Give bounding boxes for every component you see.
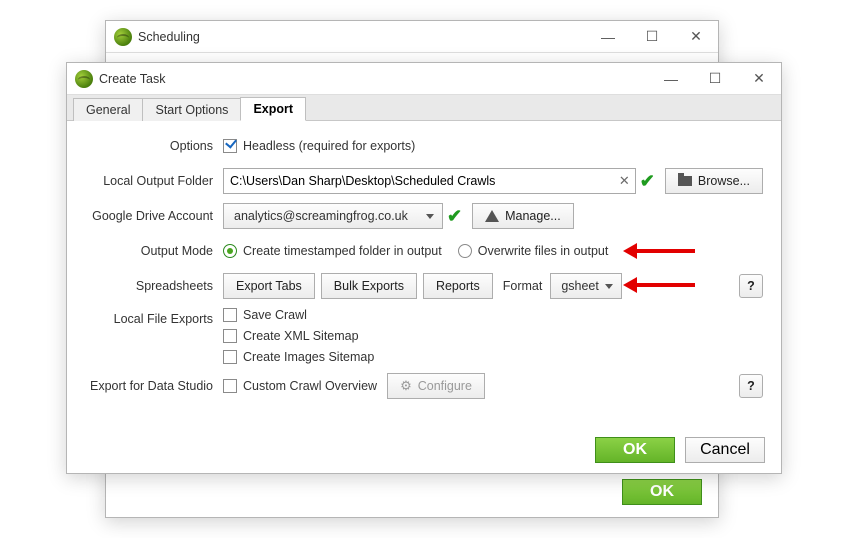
local-output-folder-input[interactable] bbox=[223, 168, 636, 194]
gear-icon: ⚙ bbox=[400, 378, 412, 394]
annotation-arrow bbox=[635, 283, 695, 287]
format-combo[interactable]: gsheet bbox=[550, 273, 622, 299]
output-mode-label: Output Mode bbox=[85, 244, 223, 258]
ok-button[interactable]: OK bbox=[622, 479, 702, 505]
close-button[interactable]: ✕ bbox=[737, 63, 781, 94]
ok-button[interactable]: OK bbox=[595, 437, 675, 463]
close-button[interactable]: ✕ bbox=[674, 21, 718, 52]
options-label: Options bbox=[85, 139, 223, 153]
google-account-combo[interactable]: analytics@screamingfrog.co.uk bbox=[223, 203, 443, 229]
export-panel: Options Headless (required for exports) … bbox=[67, 121, 781, 399]
maximize-button[interactable]: ☐ bbox=[630, 21, 674, 52]
tab-start-options[interactable]: Start Options bbox=[142, 98, 241, 121]
reports-button[interactable]: Reports bbox=[423, 273, 493, 299]
cancel-button[interactable]: Cancel bbox=[685, 437, 765, 463]
manage-button[interactable]: Manage... bbox=[472, 203, 574, 229]
annotation-arrow bbox=[635, 249, 695, 253]
help-button[interactable]: ? bbox=[739, 274, 763, 298]
tab-export[interactable]: Export bbox=[240, 97, 306, 121]
valid-check-icon: ✔ bbox=[636, 171, 659, 192]
create-images-sitemap-label: Create Images Sitemap bbox=[243, 350, 374, 364]
format-label: Format bbox=[503, 279, 543, 293]
create-images-sitemap-checkbox[interactable] bbox=[223, 350, 237, 364]
titlebar: Create Task — ☐ ✕ bbox=[67, 63, 781, 95]
save-crawl-label: Save Crawl bbox=[243, 308, 307, 322]
window-title: Create Task bbox=[99, 72, 165, 86]
headless-label: Headless (required for exports) bbox=[243, 139, 415, 153]
output-mode-overwrite-radio[interactable] bbox=[458, 244, 472, 258]
bulk-exports-button[interactable]: Bulk Exports bbox=[321, 273, 417, 299]
google-drive-account-label: Google Drive Account bbox=[85, 209, 223, 223]
custom-crawl-overview-checkbox[interactable] bbox=[223, 379, 237, 393]
local-file-exports-label: Local File Exports bbox=[85, 308, 223, 326]
create-task-window: Create Task — ☐ ✕ General Start Options … bbox=[66, 62, 782, 474]
app-icon bbox=[75, 70, 93, 88]
app-icon bbox=[114, 28, 132, 46]
create-xml-sitemap-label: Create XML Sitemap bbox=[243, 329, 359, 343]
export-data-studio-label: Export for Data Studio bbox=[85, 379, 223, 393]
output-mode-timestamped-radio[interactable] bbox=[223, 244, 237, 258]
tabs: General Start Options Export bbox=[67, 95, 781, 121]
output-mode-timestamped-label: Create timestamped folder in output bbox=[243, 244, 442, 258]
custom-crawl-overview-label: Custom Crawl Overview bbox=[243, 379, 377, 393]
maximize-button[interactable]: ☐ bbox=[693, 63, 737, 94]
browse-button[interactable]: Browse... bbox=[665, 168, 763, 194]
create-xml-sitemap-checkbox[interactable] bbox=[223, 329, 237, 343]
headless-checkbox[interactable] bbox=[223, 139, 237, 153]
spreadsheets-label: Spreadsheets bbox=[85, 279, 223, 293]
tab-general[interactable]: General bbox=[73, 98, 143, 121]
help-button[interactable]: ? bbox=[739, 374, 763, 398]
output-mode-overwrite-label: Overwrite files in output bbox=[478, 244, 609, 258]
window-title: Scheduling bbox=[138, 30, 200, 44]
minimize-button[interactable]: — bbox=[649, 63, 693, 94]
export-tabs-button[interactable]: Export Tabs bbox=[223, 273, 315, 299]
clear-icon[interactable]: ✕ bbox=[619, 173, 630, 189]
valid-check-icon: ✔ bbox=[443, 206, 466, 227]
configure-button[interactable]: ⚙ Configure bbox=[387, 373, 485, 399]
titlebar: Scheduling — ☐ ✕ bbox=[106, 21, 718, 53]
dialog-footer: OK Cancel bbox=[595, 437, 765, 463]
minimize-button[interactable]: — bbox=[586, 21, 630, 52]
google-drive-icon bbox=[485, 210, 499, 222]
save-crawl-checkbox[interactable] bbox=[223, 308, 237, 322]
folder-icon bbox=[678, 176, 692, 186]
local-output-folder-label: Local Output Folder bbox=[85, 174, 223, 188]
